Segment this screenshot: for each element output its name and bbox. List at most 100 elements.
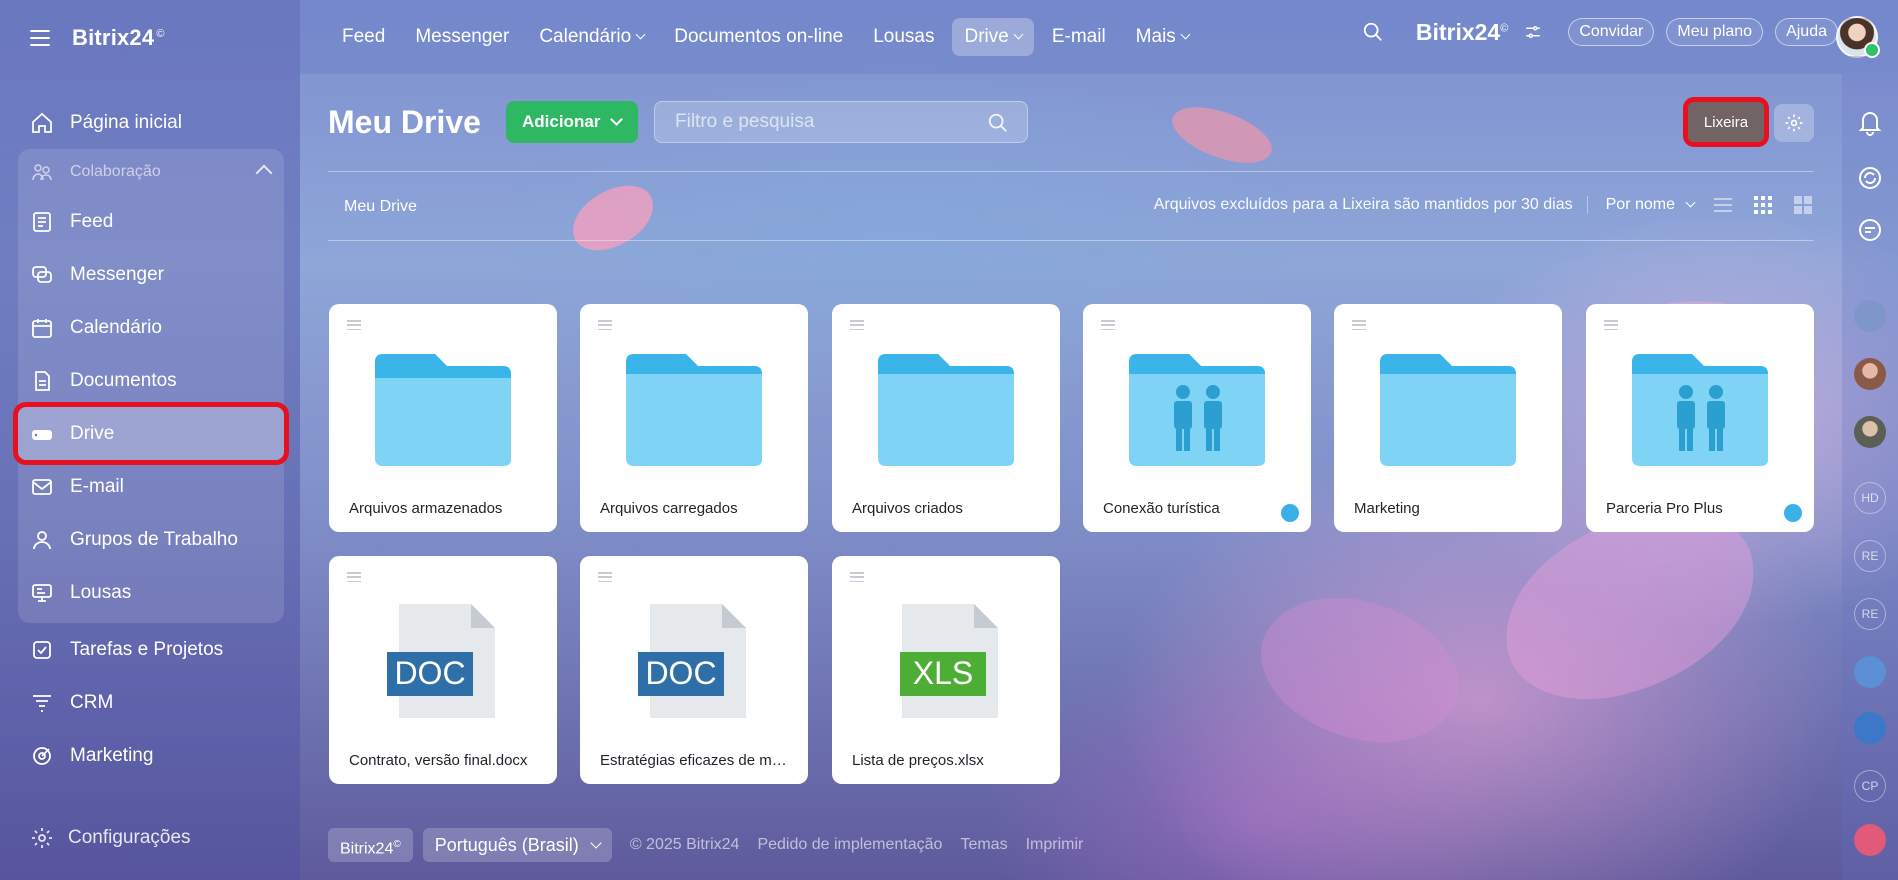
tab-drive[interactable]: Drive [952, 18, 1034, 56]
sidebar-item-calendar[interactable]: Calendário [18, 301, 284, 354]
header-actions: Bitrix24© Convidar Meu plano Ajuda [1362, 18, 1838, 46]
tab-feed[interactable]: Feed [330, 18, 397, 56]
search-field[interactable] [654, 101, 1028, 143]
folder-card[interactable]: Arquivos armazenados [329, 304, 557, 532]
drag-handle-icon[interactable] [598, 572, 612, 582]
messenger-icon [32, 265, 52, 283]
sidebar-item-feed[interactable]: Feed [18, 195, 284, 248]
left-sidebar: Bitrix24 © Página inicial Colaboração Fee… [0, 0, 300, 880]
search-icon[interactable] [1362, 21, 1384, 43]
rail-avatar[interactable] [1854, 416, 1886, 448]
invite-button[interactable]: Convidar [1568, 18, 1655, 46]
user-avatar[interactable] [1836, 16, 1880, 58]
rail-avatar[interactable]: RE [1854, 540, 1886, 572]
sidebar-item-label: Marketing [70, 744, 154, 766]
tab-messenger[interactable]: Messenger [403, 18, 521, 56]
tab-calendar[interactable]: Calendário [527, 18, 656, 56]
file-card[interactable]: DOC Estratégias eficazes de ma... [580, 556, 808, 784]
chat-icon[interactable] [1854, 214, 1886, 246]
rail-avatar[interactable]: RE [1854, 598, 1886, 630]
drive-settings-button[interactable] [1774, 104, 1814, 142]
footer-link-themes[interactable]: Temas [960, 836, 1007, 854]
sidebar-item-boards[interactable]: Lousas [18, 566, 284, 619]
breadcrumb[interactable]: Meu Drive [344, 198, 417, 216]
chat-group-icon[interactable] [1854, 656, 1886, 688]
rail-avatar[interactable]: CP [1854, 770, 1886, 802]
list-view-icon[interactable] [1712, 194, 1734, 216]
item-name: Estratégias eficazes de ma... [600, 752, 790, 769]
menu-icon[interactable] [30, 30, 50, 46]
help-button[interactable]: Ajuda [1775, 18, 1838, 46]
footer-link-print[interactable]: Imprimir [1026, 836, 1084, 854]
chevron-down-icon [1180, 29, 1191, 40]
add-button[interactable]: Adicionar [506, 101, 638, 143]
sidebar-item-documents[interactable]: Documentos [18, 354, 284, 407]
sidebar-item-label: Drive [70, 422, 115, 444]
search-icon[interactable] [987, 112, 1009, 134]
tab-email[interactable]: E-mail [1040, 18, 1118, 56]
sidebar-item-marketing[interactable]: Marketing [18, 729, 284, 782]
rail-avatar[interactable]: HD [1854, 482, 1886, 514]
group-folder-card[interactable]: Parceria Pro Plus [1586, 304, 1814, 532]
gear-icon [32, 828, 52, 848]
filter-settings-icon[interactable] [1524, 23, 1542, 41]
chevron-down-icon [590, 837, 602, 849]
drag-handle-icon[interactable] [850, 572, 864, 582]
trash-button[interactable]: Lixeira [1683, 97, 1769, 147]
rail-avatar[interactable] [1854, 300, 1886, 332]
sidebar-item-label: Calendário [70, 316, 162, 338]
boards-icon [32, 583, 52, 602]
drag-handle-icon[interactable] [850, 320, 864, 330]
item-name: Lista de preços.xlsx [852, 752, 984, 769]
group-folder-card[interactable]: Conexão turística [1083, 304, 1311, 532]
sort-dropdown[interactable]: Por nome [1606, 196, 1696, 214]
widget-icon[interactable] [1854, 824, 1886, 856]
drag-handle-icon[interactable] [347, 572, 361, 582]
bookmark-icon[interactable] [1854, 712, 1886, 744]
drag-handle-icon[interactable] [598, 320, 612, 330]
sidebar-item-drive[interactable]: Drive [13, 402, 289, 465]
group-folder-icon [1129, 354, 1265, 466]
search-input[interactable] [655, 102, 1027, 142]
folder-card[interactable]: Arquivos criados [832, 304, 1060, 532]
rail-avatar[interactable] [1854, 358, 1886, 390]
file-card[interactable]: DOC Contrato, versão final.docx [329, 556, 557, 784]
toolbar-right: Arquivos excluídos para a Lixeira são ma… [1154, 194, 1814, 216]
tab-more[interactable]: Mais [1124, 18, 1201, 56]
bell-icon[interactable] [1854, 106, 1886, 138]
language-selector[interactable]: Português (Brasil) [422, 828, 612, 862]
tab-online-documents[interactable]: Documentos on-line [662, 18, 855, 56]
drag-handle-icon[interactable] [1101, 320, 1115, 330]
sidebar-item-label: CRM [70, 691, 114, 713]
sidebar-header: Bitrix24 © [30, 24, 165, 52]
grid-view-icon[interactable] [1752, 194, 1774, 216]
sync-icon[interactable] [1854, 162, 1886, 194]
brand-logo[interactable]: Bitrix24 © [72, 25, 165, 51]
sidebar-item-home[interactable]: Página inicial [18, 96, 284, 149]
file-card[interactable]: XLS Lista de preços.xlsx [832, 556, 1060, 784]
sidebar-group-header[interactable]: Colaboração [18, 149, 284, 195]
sidebar-item-tasks[interactable]: Tarefas e Projetos [18, 623, 284, 676]
drag-handle-icon[interactable] [1604, 320, 1618, 330]
top-tabs: Feed Messenger Calendário Documentos on-… [330, 18, 1201, 56]
sidebar-item-label: Configurações [68, 827, 191, 848]
sidebar-item-settings[interactable]: Configurações [30, 826, 191, 850]
large-tiles-view-icon[interactable] [1792, 194, 1814, 216]
sidebar-item-workgroups[interactable]: Grupos de Trabalho [18, 513, 284, 566]
sidebar-item-label: E-mail [70, 475, 124, 497]
folder-card[interactable]: Marketing [1334, 304, 1562, 532]
drive-icon [32, 429, 52, 440]
drag-handle-icon[interactable] [1352, 320, 1366, 330]
tab-boards[interactable]: Lousas [861, 18, 946, 56]
sidebar-item-crm[interactable]: CRM [18, 676, 284, 729]
drag-handle-icon[interactable] [347, 320, 361, 330]
header-brand-logo[interactable]: Bitrix24© [1416, 19, 1508, 46]
chevron-up-icon[interactable] [255, 164, 273, 182]
footer-brand-button[interactable]: Bitrix24© [328, 828, 413, 862]
my-plan-button[interactable]: Meu plano [1666, 18, 1764, 46]
footer-link-implementation[interactable]: Pedido de implementação [757, 836, 942, 854]
sidebar-item-messenger[interactable]: Messenger [18, 248, 284, 301]
sidebar-item-email[interactable]: E-mail [18, 460, 284, 513]
folder-card[interactable]: Arquivos carregados [580, 304, 808, 532]
flower-decoration [1238, 559, 1482, 781]
